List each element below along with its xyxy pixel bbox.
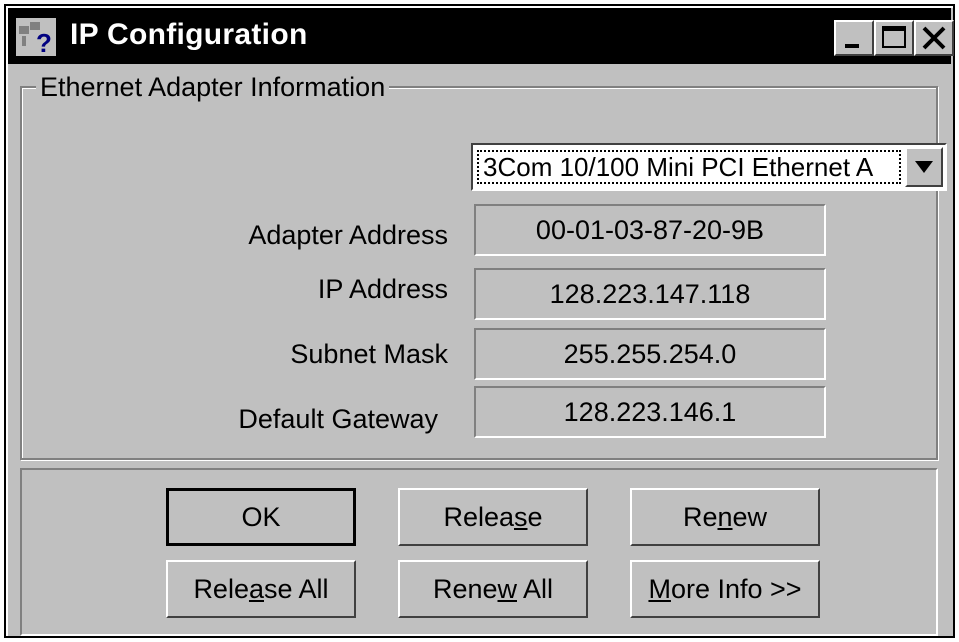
dropdown-button[interactable] [905,147,943,187]
more-info-button[interactable]: More Info >> [630,560,820,618]
subnet-mask-field: 255.255.254.0 [474,328,826,380]
renew-all-label-b: All [517,574,554,604]
maximize-button[interactable] [874,20,914,56]
adapter-select-value[interactable]: 3Com 10/100 Mini PCI Ethernet A [477,150,901,184]
group-label: Ethernet Adapter Information [36,72,390,103]
release-all-button[interactable]: Release All [166,560,356,618]
close-button[interactable] [914,20,954,56]
renew-all-button[interactable]: Renew All [398,560,588,618]
svg-text:?: ? [36,28,52,56]
ip-address-field: 128.223.147.118 [474,268,826,320]
release-label-b: e [527,502,543,532]
title-bar[interactable]: ? IP Configuration [8,8,954,64]
ok-button[interactable]: OK [166,488,356,546]
renew-label-a: Re [682,502,718,532]
default-gateway-field: 128.223.146.1 [474,386,826,438]
more-info-label-accel: M [648,574,671,604]
window-title: IP Configuration [70,18,308,51]
release-button[interactable]: Release [398,488,588,546]
ip-configuration-window: ? IP Configuration Ethernet Adapter Info… [4,4,955,638]
renew-label-accel: n [717,502,733,532]
adapter-select[interactable]: 3Com 10/100 Mini PCI Ethernet A [471,143,947,191]
default-gateway-label: Default Gateway [238,404,438,434]
chevron-down-icon [915,161,933,173]
renew-button[interactable]: Renew [630,488,820,546]
more-info-label-b: ore Info >> [670,574,802,604]
renew-label-b: ew [732,502,768,532]
subnet-mask-label: Subnet Mask [290,339,448,369]
renew-all-label-a: Rene [432,574,498,604]
release-all-label-b: se All [264,574,329,604]
release-label-a: Relea [443,502,514,532]
minimize-button[interactable] [834,20,874,56]
adapter-address-label: Adapter Address [248,220,448,250]
ok-button-label: OK [241,502,281,532]
release-all-label-accel: a [248,574,264,604]
network-help-icon[interactable]: ? [16,18,56,58]
adapter-address-field: 00-01-03-87-20-9B [474,204,826,256]
renew-all-label-accel: w [497,574,518,604]
ip-address-label: IP Address [317,274,448,304]
release-all-label-a: Rele [193,574,249,604]
release-label-accel: s [514,502,528,532]
